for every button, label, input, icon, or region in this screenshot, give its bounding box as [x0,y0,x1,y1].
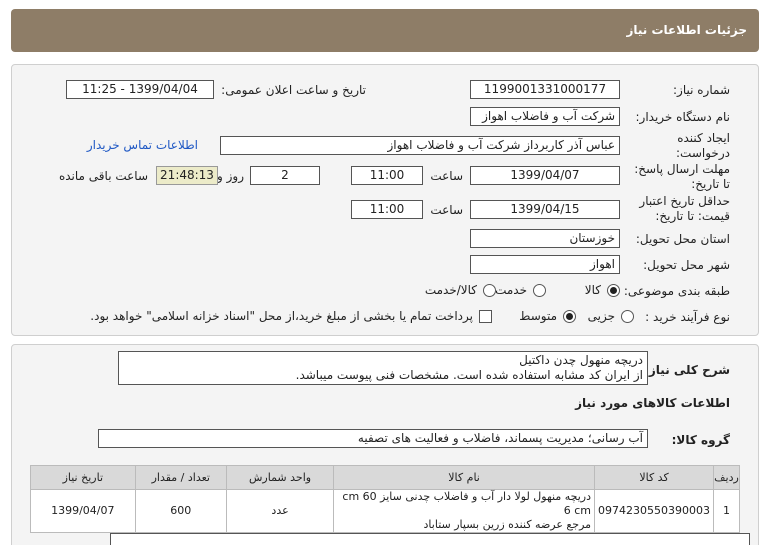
goods-group-label: گروه کالا: [671,433,730,447]
need-info-panel: شماره نیاز: 1199001331000177 تاریخ و ساع… [11,64,759,336]
table-row: 1 0974230550390003 دریچه منهول لولا دار … [30,489,740,533]
category-label: طبقه بندی موضوعی: [623,284,730,298]
province-label: استان محل تحویل: [635,232,730,246]
description-field: دریچه منهول چدن داکتیل از ایران کد مشابه… [118,351,648,385]
validity-label-2: قیمت: تا تاریخ: [655,209,730,223]
process-label: نوع فرآیند خرید : [645,310,730,324]
deadline-time-label: ساعت [430,169,463,183]
description-label: شرح کلی نیاز: [644,363,730,377]
description-line-2: از ایران کد مشابه استفاده شده است. مشخصا… [295,368,643,382]
announce-label: تاریخ و ساعت اعلان عمومی: [221,83,366,97]
notes-field [110,533,750,545]
cell-name-line-2: مرجع عرضه کننده زرین بسپار ستاباد [423,518,592,531]
goods-info-title: اطلاعات کالاهای مورد نیاز [575,396,730,410]
validity-date-field: 1399/04/15 [470,200,620,219]
remaining-label: ساعت باقی مانده [58,169,148,183]
deadline-label-2: تا تاریخ: [691,177,730,191]
cell-name-line-1: دریچه منهول لولا دار آب و فاضلاب چدنی سا… [342,490,592,517]
description-line-1: دریچه منهول چدن داکتیل [519,353,643,367]
col-row: ردیف [713,465,740,490]
col-qty: تعداد / مقدار [134,465,227,490]
province-field: خوزستان [470,229,620,248]
buyer-field: شرکت آب و فاضلاب اهواز [470,107,620,126]
buyer-label: نام دستگاه خریدار: [635,110,731,124]
creator-label-2: درخواست: [676,146,730,160]
need-number-label: شماره نیاز: [673,83,730,97]
days-label: روز و [217,169,244,183]
creator-field: عباس آذر کاربرداز شرکت آب و فاضلاب اهواز [220,136,620,155]
need-details-panel: شرح کلی نیاز: دریچه منهول چدن داکتیل از … [11,344,759,545]
col-date: تاریخ نیاز [30,465,136,490]
category-radio-goods-service[interactable] [483,284,496,297]
category-option-goods: کالا [584,283,601,297]
cell-code: 0974230550390003 [594,489,715,533]
process-radio-minor[interactable] [621,310,634,323]
cell-row: 1 [713,489,740,533]
cell-date: 1399/04/07 [30,489,136,533]
validity-time-label: ساعت [430,203,463,217]
treasury-checkbox[interactable] [479,310,492,323]
deadline-date-field: 1399/04/07 [470,166,620,185]
page-title: جزئیات اطلاعات نیاز [626,23,747,37]
validity-time-field: 11:00 [351,200,423,219]
city-label: شهر محل تحویل: [643,258,730,272]
category-option-service: خدمت [495,283,527,297]
category-option-goods-service: کالا/خدمت [424,283,477,297]
cell-name: دریچه منهول لولا دار آب و فاضلاب چدنی سا… [333,489,596,533]
category-radio-goods[interactable] [607,284,620,297]
process-radio-medium[interactable] [563,310,576,323]
city-field: اهواز [470,255,620,274]
cell-unit: عدد [225,489,335,533]
process-option-minor: جزیی [587,309,615,323]
process-option-medium: متوسط [519,309,557,323]
announce-field: 1399/04/04 - 11:25 [66,80,214,99]
buyer-contact-link[interactable]: اطلاعات تماس خریدار [87,138,198,152]
goods-group-field: آب رسانی؛ مدیریت پسماند، فاضلاب و فعالیت… [98,429,648,448]
page-header: جزئیات اطلاعات نیاز [11,9,759,52]
deadline-label-1: مهلت ارسال پاسخ: [634,162,730,176]
category-radio-service[interactable] [533,284,546,297]
need-number-field: 1199001331000177 [470,80,620,99]
col-name: نام کالا [333,465,596,490]
goods-table-header: ردیف کد کالا نام کالا واحد شمارش تعداد /… [30,465,740,490]
validity-label-1: حداقل تاریخ اعتبار [639,194,730,208]
deadline-time-field: 11:00 [351,166,423,185]
col-unit: واحد شمارش [225,465,335,490]
cell-qty: 600 [134,489,227,533]
goods-table: ردیف کد کالا نام کالا واحد شمارش تعداد /… [30,465,740,533]
treasury-payment-note: پرداخت تمام یا بخشی از مبلغ خرید،از محل … [90,309,473,323]
remaining-time-field: 21:48:13 [156,166,218,185]
creator-label-1: ایجاد کننده [677,131,730,145]
days-remaining-field: 2 [250,166,320,185]
col-code: کد کالا [594,465,715,490]
